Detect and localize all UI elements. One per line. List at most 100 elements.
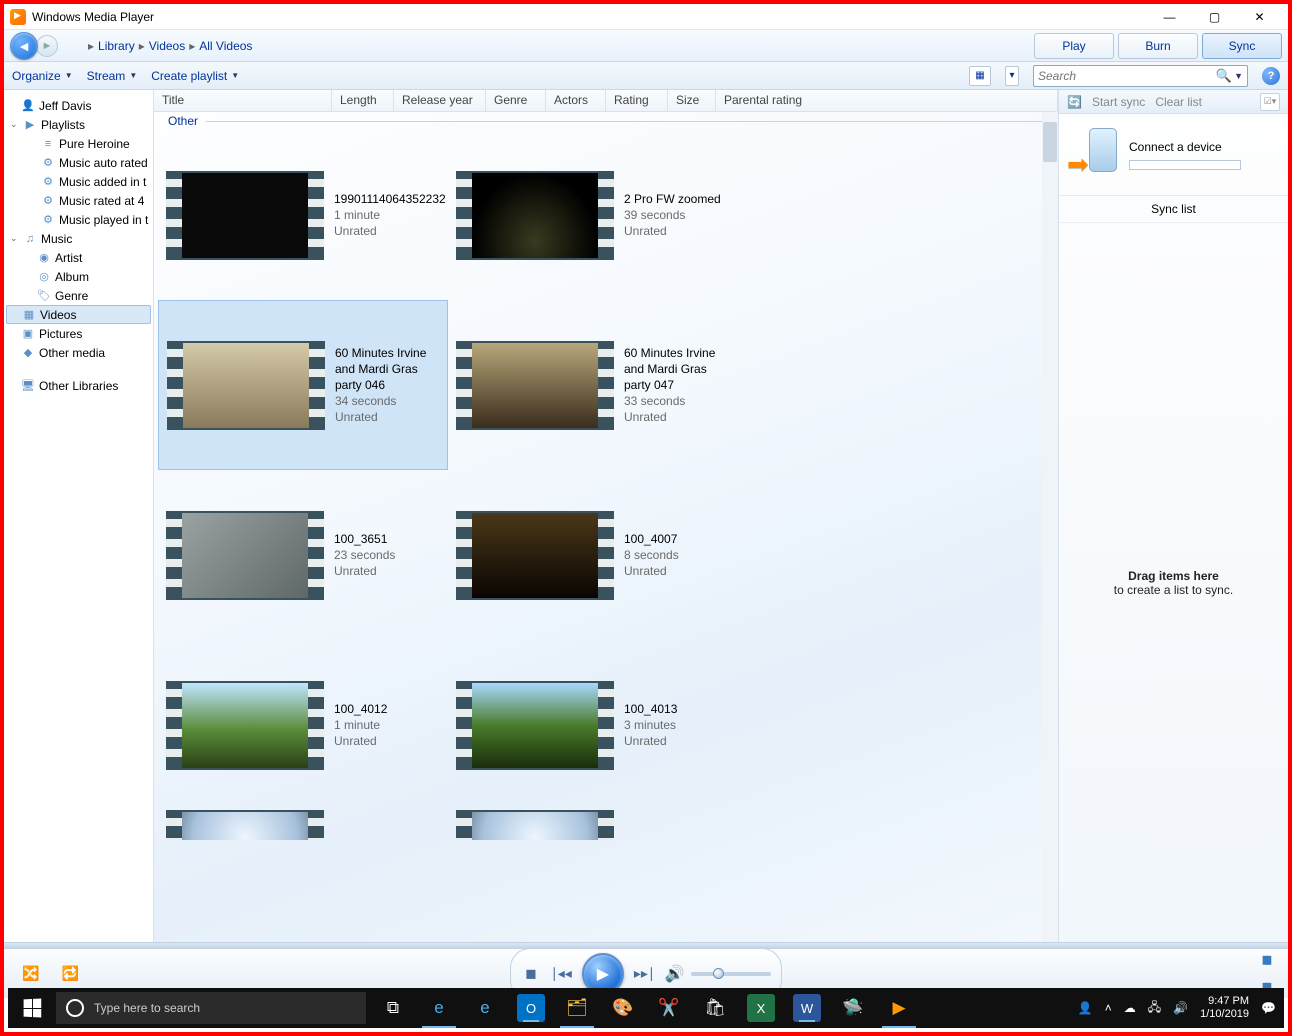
col-release-year[interactable]: Release year — [394, 90, 486, 111]
close-button[interactable]: ✕ — [1237, 4, 1282, 30]
video-item[interactable] — [448, 810, 738, 840]
scrollbar-thumb[interactable] — [1043, 122, 1057, 162]
switch-to-now-playing-button[interactable]: ▝▘▗▖ — [1257, 957, 1274, 992]
chevron-down-icon[interactable]: ▼ — [1234, 71, 1243, 81]
tree-playlists[interactable]: ⌄▶Playlists — [6, 115, 151, 134]
breadcrumb-all-videos[interactable]: All Videos — [199, 39, 252, 53]
col-size[interactable]: Size — [668, 90, 716, 111]
taskbar-paint[interactable]: 🎨 — [600, 988, 646, 1028]
tree-videos[interactable]: ▦Videos — [6, 305, 151, 324]
shuffle-button[interactable]: 🔀 — [18, 963, 43, 984]
video-duration: 1 minute — [334, 207, 446, 223]
sync-drop-zone[interactable]: Drag items here to create a list to sync… — [1059, 223, 1288, 942]
taskbar-excel[interactable]: X — [747, 994, 775, 1022]
tray-people-icon[interactable]: 👤 — [1078, 1001, 1093, 1015]
taskbar-app[interactable]: 🛸 — [830, 988, 876, 1028]
back-button[interactable]: ◄ — [10, 32, 38, 60]
tree-playlist-item[interactable]: ⚙Music rated at 4 — [6, 191, 151, 210]
video-rating: Unrated — [624, 733, 677, 749]
tab-play[interactable]: Play — [1034, 33, 1114, 59]
start-button[interactable] — [8, 988, 56, 1028]
taskbar-word[interactable]: W — [793, 994, 821, 1022]
tray-date: 1/10/2019 — [1200, 1008, 1249, 1021]
task-view-button[interactable]: ⧉ — [370, 988, 416, 1028]
repeat-button[interactable]: 🔁 — [57, 963, 82, 984]
tray-onedrive-icon[interactable]: ☁ — [1124, 1001, 1136, 1015]
tree-user[interactable]: 👤Jeff Davis — [6, 96, 151, 115]
sync-options-button[interactable]: ☑▾ — [1260, 93, 1280, 111]
stop-button[interactable]: ◼ — [521, 963, 541, 984]
create-playlist-menu[interactable]: Create playlist▼ — [151, 69, 239, 83]
help-button[interactable]: ? — [1262, 67, 1280, 85]
breadcrumb-library[interactable]: Library — [98, 39, 135, 53]
search-icon[interactable]: 🔍 — [1216, 68, 1232, 84]
video-item[interactable]: 100_4012 1 minute Unrated — [158, 640, 448, 810]
artist-icon: ◉ — [36, 251, 52, 264]
tray-clock[interactable]: 9:47 PM 1/10/2019 — [1200, 995, 1249, 1021]
video-duration: 8 seconds — [624, 547, 679, 563]
video-item[interactable]: 60 Minutes Irvine and Mardi Gras party 0… — [448, 300, 738, 470]
taskbar-outlook[interactable]: O — [517, 994, 545, 1022]
tree-music-artist[interactable]: ◉Artist — [6, 248, 151, 267]
tray-volume-icon[interactable]: 🔊 — [1173, 1001, 1188, 1015]
tree-music-album[interactable]: ◎Album — [6, 267, 151, 286]
organize-menu[interactable]: Organize▼ — [12, 69, 73, 83]
col-parental[interactable]: Parental rating — [716, 90, 1058, 111]
video-item[interactable]: 60 Minutes Irvine and Mardi Gras party 0… — [158, 300, 448, 470]
tray-network-icon[interactable]: 🖧 — [1148, 998, 1161, 1019]
video-item[interactable]: 19901114064352232 1 minute Unrated — [158, 130, 448, 300]
tree-music[interactable]: ⌄♫Music — [6, 229, 151, 248]
taskbar-store[interactable]: 🛍 — [692, 988, 738, 1028]
next-button[interactable]: ▸▸∣ — [630, 963, 659, 984]
tab-sync[interactable]: Sync — [1202, 33, 1282, 59]
items-grid: 19901114064352232 1 minute Unrated 2 Pro… — [154, 130, 1058, 942]
taskbar-explorer[interactable]: 🗂 — [554, 988, 600, 1028]
tree-music-genre[interactable]: 🏷Genre — [6, 286, 151, 305]
maximize-button[interactable]: ▢ — [1192, 4, 1237, 30]
tree-pictures[interactable]: ▣Pictures — [6, 324, 151, 343]
video-item[interactable]: 100_4013 3 minutes Unrated — [448, 640, 738, 810]
previous-button[interactable]: ∣◂◂ — [547, 963, 576, 984]
taskbar-snipping[interactable]: ✂️ — [646, 988, 692, 1028]
tree-playlist-item[interactable]: ⚙Music played in t — [6, 210, 151, 229]
volume-knob[interactable] — [713, 968, 724, 979]
view-options-button[interactable]: ▦ — [969, 66, 991, 86]
tree-playlist-item[interactable]: ≡Pure Heroine — [6, 134, 151, 153]
tree-playlist-item[interactable]: ⚙Music added in t — [6, 172, 151, 191]
group-label: Other — [168, 114, 198, 128]
vertical-scrollbar[interactable] — [1042, 112, 1058, 942]
col-genre[interactable]: Genre — [486, 90, 546, 111]
stream-menu[interactable]: Stream▼ — [87, 69, 138, 83]
video-rating: Unrated — [334, 733, 387, 749]
col-length[interactable]: Length — [332, 90, 394, 111]
taskbar-ie[interactable]: e — [416, 988, 462, 1028]
view-dropdown-button[interactable]: ▾ — [1005, 66, 1019, 86]
tree-other-media[interactable]: ◆Other media — [6, 343, 151, 362]
tree-playlist-item[interactable]: ⚙Music auto rated — [6, 153, 151, 172]
tray-chevron-up-icon[interactable]: ˄ — [1105, 1001, 1112, 1015]
mute-button[interactable]: 🔊 — [665, 964, 685, 984]
video-text: 100_3651 23 seconds Unrated — [334, 531, 395, 579]
video-item[interactable] — [158, 810, 448, 840]
tab-burn[interactable]: Burn — [1118, 33, 1198, 59]
tree-other-libraries[interactable]: 🖥Other Libraries — [6, 376, 151, 395]
search-box[interactable]: 🔍 ▼ — [1033, 65, 1248, 87]
taskbar-wmp[interactable]: ▶ — [876, 988, 922, 1028]
col-rating[interactable]: Rating — [606, 90, 668, 111]
video-item[interactable]: 100_3651 23 seconds Unrated — [158, 470, 448, 640]
tray-notifications-icon[interactable]: 💬 — [1261, 1001, 1276, 1015]
device-box[interactable]: ➡ Connect a device — [1059, 114, 1288, 196]
minimize-button[interactable]: — — [1147, 4, 1192, 30]
col-title[interactable]: Title — [154, 90, 332, 111]
breadcrumb-videos[interactable]: Videos — [149, 39, 185, 53]
video-item[interactable]: 2 Pro FW zoomed 39 seconds Unrated — [448, 130, 738, 300]
taskbar-edge[interactable]: e — [462, 988, 508, 1028]
group-header[interactable]: Other — [154, 112, 1058, 130]
video-item[interactable]: 100_4007 8 seconds Unrated — [448, 470, 738, 640]
volume-slider[interactable] — [691, 972, 771, 976]
search-input[interactable] — [1038, 69, 1216, 83]
taskbar-search[interactable]: Type here to search — [56, 992, 366, 1024]
video-title: 19901114064352232 — [334, 191, 446, 207]
col-actors[interactable]: Actors — [546, 90, 606, 111]
video-thumbnail — [166, 511, 324, 600]
